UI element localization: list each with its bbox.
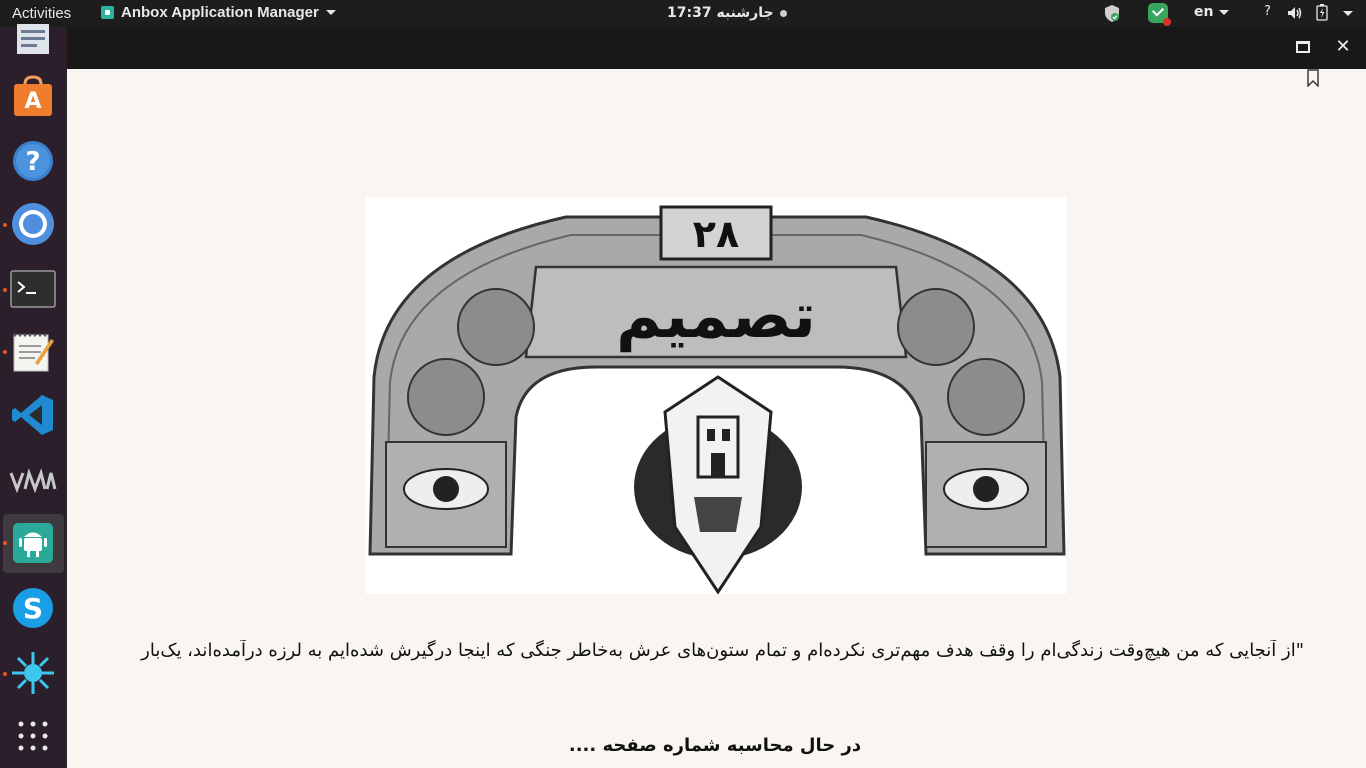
- dock: A ? S: [0, 24, 67, 768]
- splash-app-icon[interactable]: [9, 649, 57, 697]
- app-menu[interactable]: Anbox Application Manager: [101, 4, 336, 21]
- files-icon[interactable]: [9, 17, 57, 65]
- svg-text:?: ?: [25, 147, 40, 177]
- top-bar: Activities Anbox Application Manager جار…: [0, 0, 1366, 27]
- chromium-icon[interactable]: [9, 200, 57, 248]
- anbox-icon[interactable]: [9, 519, 57, 567]
- book-text-line: "از آنجایی که من هیچ‌وقت زندگی‌ام را وقف…: [140, 640, 1304, 661]
- clock[interactable]: جارشنبه 17:37: [667, 5, 787, 21]
- help-icon[interactable]: ?: [9, 137, 57, 185]
- chevron-down-icon[interactable]: [1343, 11, 1353, 16]
- update-check-icon[interactable]: [1148, 3, 1171, 26]
- text-editor-icon[interactable]: [9, 327, 57, 375]
- chevron-down-icon: [1219, 9, 1230, 15]
- shield-icon[interactable]: [1104, 4, 1120, 23]
- maximize-icon[interactable]: [1296, 41, 1310, 53]
- bookmark-icon[interactable]: [1306, 69, 1320, 87]
- help-tray-icon[interactable]: ?: [1264, 4, 1271, 19]
- svg-text:S: S: [23, 592, 43, 625]
- chevron-down-icon: [325, 10, 336, 15]
- chapter-title: تصمیم: [616, 279, 816, 352]
- show-apps-icon[interactable]: [9, 712, 57, 760]
- volume-icon[interactable]: [1286, 4, 1304, 22]
- close-icon[interactable]: ✕: [1334, 38, 1352, 56]
- page-number-status: در حال محاسبه شماره صفحه ....: [568, 735, 862, 756]
- clock-label: جارشنبه 17:37: [667, 5, 774, 21]
- chapter-number: ۲۸: [693, 212, 739, 256]
- svg-text:A: A: [24, 89, 41, 114]
- terminal-icon[interactable]: [9, 265, 57, 313]
- notification-dot-icon: [779, 9, 787, 17]
- window-header: ✕: [67, 27, 1366, 69]
- skype-icon[interactable]: S: [9, 584, 57, 632]
- vscode-icon[interactable]: [9, 391, 57, 439]
- running-indicator: [3, 223, 7, 227]
- vmware-icon[interactable]: [9, 457, 57, 505]
- running-indicator: [3, 350, 7, 354]
- running-indicator: [3, 541, 7, 545]
- language-label: en: [1194, 4, 1214, 20]
- language-selector[interactable]: en: [1194, 4, 1230, 20]
- alert-dot-icon: [1163, 18, 1171, 26]
- battery-icon[interactable]: [1316, 4, 1328, 21]
- anbox-app-icon: [101, 6, 114, 19]
- running-indicator: [3, 672, 7, 676]
- app-menu-label: Anbox Application Manager: [121, 4, 319, 21]
- chapter-illustration: ۲۸ تصمیم: [366, 197, 1066, 595]
- running-indicator: [3, 288, 7, 292]
- software-center-icon[interactable]: A: [9, 72, 57, 120]
